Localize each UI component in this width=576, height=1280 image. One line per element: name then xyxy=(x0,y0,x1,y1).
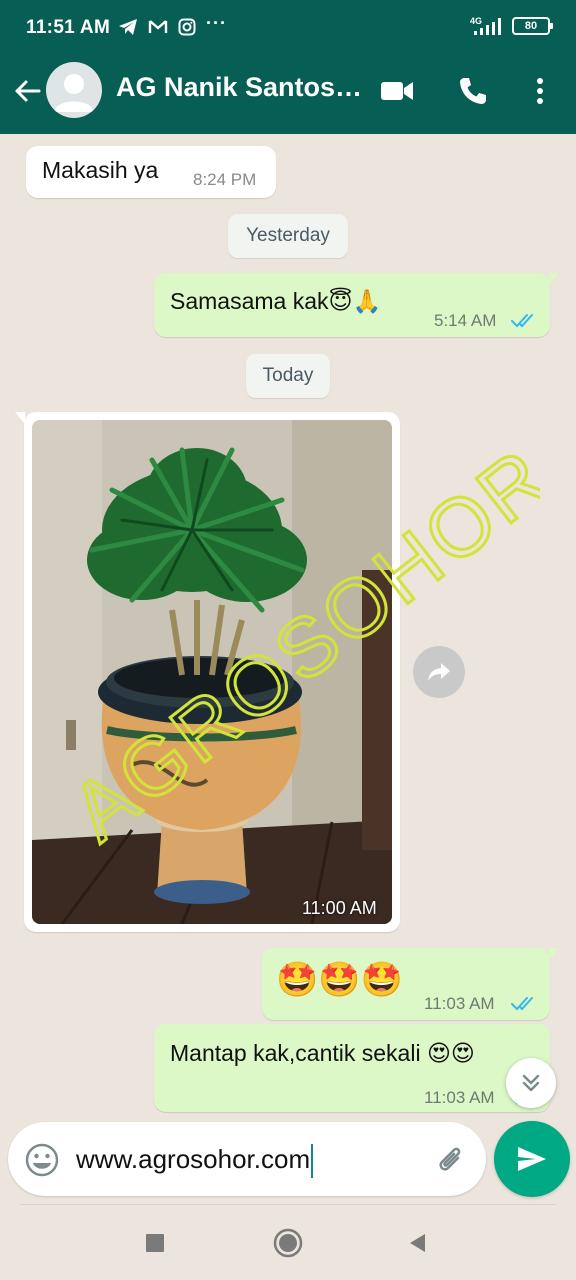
message-composer: www.agrosohor.com xyxy=(8,1122,486,1196)
video-call-button[interactable] xyxy=(380,74,414,108)
text-caret xyxy=(311,1144,314,1179)
date-divider: Yesterday xyxy=(228,214,348,258)
video-camera-icon xyxy=(381,82,413,100)
message-text: Makasih ya xyxy=(42,157,159,183)
send-button[interactable] xyxy=(494,1121,570,1197)
message-outgoing[interactable]: Samasama kak😇🙏 5:14 AM xyxy=(154,273,559,337)
home-button[interactable] xyxy=(271,1226,305,1260)
bubble-tail xyxy=(549,948,559,960)
message-input[interactable]: www.agrosohor.com xyxy=(76,1138,356,1180)
square-icon xyxy=(146,1234,164,1252)
read-ticks-icon xyxy=(511,314,533,328)
bubble-tail xyxy=(15,412,25,424)
chat-header: AG Nanik Santos… xyxy=(0,56,576,134)
more-vertical-icon xyxy=(537,78,543,104)
circle-icon xyxy=(273,1228,303,1258)
message-outgoing[interactable]: 🤩🤩🤩 11:03 AM xyxy=(262,948,559,1020)
paperclip-icon xyxy=(439,1147,461,1171)
status-time: 11:51 AM xyxy=(26,17,111,38)
emoji-button[interactable] xyxy=(24,1142,60,1178)
message-time: 8:24 PM xyxy=(193,170,257,189)
scroll-to-bottom-button[interactable] xyxy=(506,1058,556,1108)
message-time: 5:14 AM xyxy=(434,311,497,330)
more-notifications-icon: ··· xyxy=(206,13,227,33)
forward-arrow-icon xyxy=(428,663,450,681)
message-time: 11:03 AM xyxy=(424,1088,495,1107)
send-icon xyxy=(518,1147,546,1171)
voice-call-button[interactable] xyxy=(456,74,490,108)
default-avatar-icon xyxy=(54,74,94,112)
gmail-icon xyxy=(148,19,168,33)
chat-area[interactable]: Makasih ya 8:24 PM Yesterday Samasama ka… xyxy=(0,134,576,1114)
system-navigation-bar xyxy=(0,1204,576,1280)
signal-icon: 4G xyxy=(470,16,501,35)
forward-button[interactable] xyxy=(413,646,465,698)
read-ticks-icon xyxy=(511,997,533,1011)
network-type: 4G xyxy=(470,16,482,26)
date-divider: Today xyxy=(246,354,330,398)
message-text: Samasama kak😇🙏 xyxy=(170,288,382,314)
message-text: 🤩🤩🤩 xyxy=(276,961,404,999)
arrow-left-icon xyxy=(15,80,41,102)
watermark-text: AGROSOHOR xyxy=(55,431,540,859)
back-nav-button[interactable] xyxy=(400,1226,434,1260)
message-time: 11:00 AM xyxy=(302,898,377,918)
phone-icon xyxy=(460,78,486,104)
avatar[interactable] xyxy=(46,62,102,118)
watermark: AGROSOHOR xyxy=(54,429,540,860)
double-chevron-down-icon xyxy=(522,1074,540,1092)
menu-button[interactable] xyxy=(523,74,557,108)
battery-icon: 80 xyxy=(512,17,553,35)
system-icons: 4G 80 xyxy=(470,16,553,36)
telegram-icon xyxy=(119,18,137,35)
triangle-left-icon xyxy=(410,1234,425,1252)
back-button[interactable] xyxy=(10,74,44,108)
notification-icons: ··· xyxy=(118,13,227,37)
bubble-tail xyxy=(549,273,559,285)
attach-button[interactable] xyxy=(432,1140,470,1178)
contact-name[interactable]: AG Nanik Santos… xyxy=(116,72,366,103)
message-incoming[interactable]: Makasih ya 8:24 PM xyxy=(26,146,276,198)
status-bar: 11:51 AM ··· 4G 80 xyxy=(0,0,576,56)
message-input-value: www.agrosohor.com xyxy=(76,1144,311,1174)
message-text: Mantap kak,cantik sekali 😍😍 xyxy=(170,1040,475,1066)
message-time: 11:03 AM xyxy=(424,994,495,1013)
smiley-icon xyxy=(25,1143,59,1177)
instagram-icon xyxy=(178,18,196,35)
message-outgoing[interactable]: Mantap kak,cantik sekali 😍😍 11:03 AM xyxy=(154,1024,550,1112)
recents-button[interactable] xyxy=(138,1226,172,1260)
